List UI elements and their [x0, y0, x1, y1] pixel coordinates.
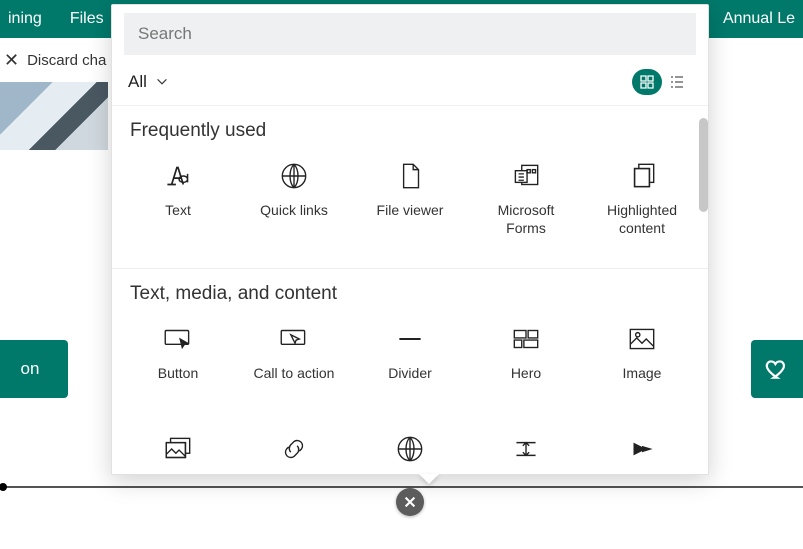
webpart-item[interactable] [120, 425, 236, 474]
link-icon [274, 433, 314, 465]
webpart-grid: Text Quick links File viewer Microsoft F… [112, 148, 708, 268]
file-icon [390, 160, 430, 192]
nav-item[interactable]: Files [70, 10, 104, 28]
heart-icon [764, 356, 790, 382]
webpart-item[interactable] [236, 425, 352, 474]
webpart-divider[interactable]: Divider [352, 315, 468, 417]
webpart-quick-links[interactable]: Quick links [236, 152, 352, 254]
picker-scroll: Frequently used Text Quick links File vi… [112, 105, 708, 474]
text-icon [158, 160, 198, 192]
image-stack-icon [158, 433, 198, 465]
hero-icon [506, 323, 546, 355]
spacer-icon [506, 433, 546, 465]
panel-pointer [419, 474, 439, 484]
chevron-down-icon [155, 75, 169, 89]
cta-icon [274, 323, 314, 355]
close-icon [403, 495, 417, 509]
favorite-button[interactable] [751, 340, 803, 398]
search-input[interactable] [124, 13, 696, 55]
grid-icon [639, 74, 655, 90]
grid-view-button[interactable] [632, 69, 662, 95]
discard-changes-button[interactable]: Discard cha [27, 52, 106, 69]
list-icon [669, 74, 685, 90]
webpart-item[interactable] [352, 425, 468, 474]
button-icon [158, 323, 198, 355]
stream-icon [622, 433, 662, 465]
webpart-image[interactable]: Image [584, 315, 700, 417]
close-icon[interactable]: ✕ [4, 50, 19, 71]
scrollbar-thumb[interactable] [699, 118, 708, 212]
command-bar: ✕ Discard cha [0, 38, 106, 82]
quick-link-button[interactable]: on [0, 340, 68, 398]
picker-toolbar: All [112, 61, 708, 105]
stack-icon [622, 160, 662, 192]
webpart-button[interactable]: Button [120, 315, 236, 417]
view-toggle [632, 69, 692, 95]
webpart-cta[interactable]: Call to action [236, 315, 352, 417]
webpart-grid: Button Call to action Divider Hero Image [112, 311, 708, 421]
image-icon [622, 323, 662, 355]
nav-item[interactable]: Annual Le [723, 10, 803, 28]
webpart-item[interactable] [468, 425, 584, 474]
webpart-grid [112, 421, 708, 474]
webpart-item[interactable] [584, 425, 700, 474]
list-view-button[interactable] [662, 69, 692, 95]
nav-item[interactable]: ining [8, 10, 42, 28]
webpart-forms[interactable]: Microsoft Forms [468, 152, 584, 254]
webpart-file-viewer[interactable]: File viewer [352, 152, 468, 254]
section-title: Text, media, and content [112, 269, 708, 311]
close-picker-button[interactable] [396, 488, 424, 516]
section-title: Frequently used [112, 106, 708, 148]
webpart-picker: All Frequently used Text Quick links Fil… [111, 4, 709, 475]
webpart-hero[interactable]: Hero [468, 315, 584, 417]
hero-image [0, 82, 108, 150]
globe-icon [274, 160, 314, 192]
webpart-highlighted[interactable]: Highlighted content [584, 152, 700, 254]
forms-icon [506, 160, 546, 192]
webpart-text[interactable]: Text [120, 152, 236, 254]
divider-icon [390, 323, 430, 355]
filter-dropdown[interactable]: All [128, 72, 169, 92]
globe-icon [390, 433, 430, 465]
section-divider[interactable] [0, 486, 803, 488]
